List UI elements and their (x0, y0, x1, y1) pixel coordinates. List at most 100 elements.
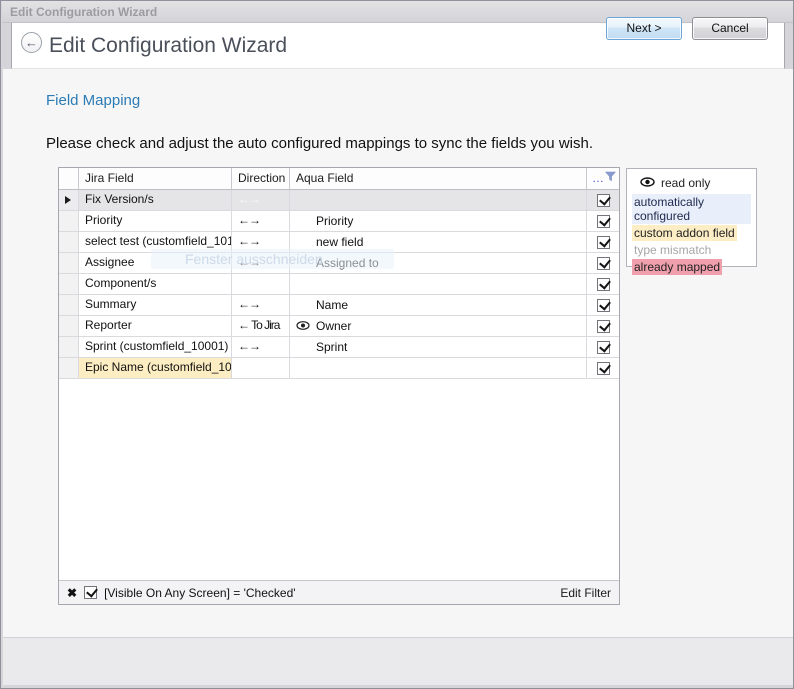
visible-checkbox-cell[interactable] (587, 295, 619, 316)
visible-checkbox-cell[interactable] (587, 316, 619, 337)
row-indicator (59, 190, 79, 211)
instruction-text: Please check and adjust the auto configu… (46, 135, 593, 152)
aqua-field-cell[interactable]: Priority (290, 211, 587, 232)
row-checkbox[interactable] (597, 299, 610, 312)
filter-condition-text: [Visible On Any Screen] = 'Checked' (104, 586, 295, 600)
table-row[interactable]: Epic Name (customfield_10004) (59, 358, 619, 379)
current-row-arrow-icon (65, 196, 71, 204)
row-checkbox[interactable] (597, 236, 610, 249)
direction-cell[interactable]: ←→ (232, 337, 290, 358)
aqua-field-cell[interactable] (290, 190, 587, 211)
filter-enabled-checkbox[interactable] (84, 586, 97, 599)
direction-cell[interactable]: ←→ (232, 211, 290, 232)
visible-checkbox-cell[interactable] (587, 190, 619, 211)
filter-funnel-icon[interactable] (605, 171, 616, 185)
legend-panel: read only automatically configured custo… (626, 168, 757, 267)
row-checkbox[interactable] (597, 257, 610, 270)
visible-checkbox-cell[interactable] (587, 253, 619, 274)
jira-field-cell[interactable]: Fix Version/s (79, 190, 232, 211)
aqua-field-cell[interactable] (290, 274, 587, 295)
table-row[interactable]: Summary ←→ Name (59, 295, 619, 316)
row-indicator (59, 211, 79, 232)
field-mapping-grid: Jira Field Direction Aqua Field … Fix Ve… (58, 167, 620, 605)
clear-filter-icon[interactable]: ✖ (67, 587, 77, 599)
grid-empty-area (59, 379, 619, 580)
visible-checkbox-cell[interactable] (587, 211, 619, 232)
jira-field-cell-custom-addon[interactable]: Epic Name (customfield_10004) (79, 358, 232, 379)
more-options-dots[interactable]: … (592, 171, 605, 185)
table-row[interactable]: Reporter ← To Jira Owner (59, 316, 619, 337)
aqua-field-cell[interactable]: Sprint (290, 337, 587, 358)
aqua-field-cell[interactable]: Owner (290, 316, 587, 337)
row-checkbox[interactable] (597, 341, 610, 354)
row-indicator-header (59, 168, 79, 190)
table-row[interactable]: Component/s (59, 274, 619, 295)
row-indicator (59, 337, 79, 358)
column-header-aqua-field[interactable]: Aqua Field (290, 168, 587, 190)
column-header-direction[interactable]: Direction (232, 168, 290, 190)
eye-icon (640, 176, 655, 190)
visible-checkbox-cell[interactable] (587, 232, 619, 253)
row-indicator (59, 253, 79, 274)
aqua-field-cell[interactable]: Name (290, 295, 587, 316)
jira-field-cell[interactable]: Sprint (customfield_10001) (79, 337, 232, 358)
filter-bar: ✖ [Visible On Any Screen] = 'Checked' Ed… (59, 580, 619, 604)
jira-field-cell[interactable]: Priority (79, 211, 232, 232)
visible-checkbox-cell[interactable] (587, 337, 619, 358)
column-header-visible[interactable]: … (587, 168, 619, 190)
direction-cell[interactable]: ←→ (232, 295, 290, 316)
legend-custom-addon-field: custom addon field (632, 225, 737, 241)
row-indicator (59, 295, 79, 316)
aqua-field-value: Owner (316, 317, 351, 336)
row-checkbox[interactable] (597, 320, 610, 333)
direction-cell[interactable] (232, 358, 290, 379)
jira-field-cell[interactable]: select test (customfield_10100) (79, 232, 232, 253)
aqua-field-cell[interactable]: new field (290, 232, 587, 253)
legend-type-mismatch: type mismatch (632, 242, 713, 258)
legend-already-mapped: already mapped (632, 259, 722, 275)
grid-header-row: Jira Field Direction Aqua Field … (59, 168, 619, 190)
row-checkbox[interactable] (597, 362, 610, 375)
visible-checkbox-cell[interactable] (587, 358, 619, 379)
row-indicator (59, 316, 79, 337)
aqua-field-cell[interactable] (290, 358, 587, 379)
table-row[interactable]: Fix Version/s ←→ (59, 190, 619, 211)
jira-field-cell[interactable]: Reporter (79, 316, 232, 337)
aqua-field-value: Priority (316, 212, 353, 231)
footer-bar (3, 637, 793, 685)
table-row[interactable]: Priority ←→ Priority (59, 211, 619, 232)
aqua-field-value: new field (316, 233, 363, 252)
column-header-jira-field[interactable]: Jira Field (79, 168, 232, 190)
cancel-button[interactable]: Cancel (692, 17, 768, 40)
direction-cell[interactable]: ←→ (232, 253, 290, 274)
direction-cell[interactable]: ←→ (232, 190, 290, 211)
window-title: Edit Configuration Wizard (10, 5, 157, 19)
legend-automatically-configured: automatically configured (632, 194, 751, 224)
next-button[interactable]: Next > (606, 17, 682, 40)
aqua-field-cell[interactable]: Assigned to (290, 253, 587, 274)
table-row[interactable]: Sprint (customfield_10001) ←→ Sprint (59, 337, 619, 358)
row-indicator (59, 274, 79, 295)
row-checkbox[interactable] (597, 215, 610, 228)
visible-checkbox-cell[interactable] (587, 274, 619, 295)
direction-cell[interactable]: ← To Jira (232, 316, 290, 337)
back-button[interactable]: ← (21, 32, 42, 53)
edit-configuration-wizard-window: Edit Configuration Wizard ← Edit Configu… (0, 0, 794, 689)
jira-field-cell[interactable]: Assignee (79, 253, 232, 274)
legend-read-only: read only (632, 174, 751, 194)
row-checkbox[interactable] (597, 278, 610, 291)
direction-cell[interactable]: ←→ (232, 232, 290, 253)
table-row[interactable]: select test (customfield_10100) ←→ new f… (59, 232, 619, 253)
edit-filter-button[interactable]: Edit Filter (560, 586, 611, 600)
direction-cell[interactable] (232, 274, 290, 295)
aqua-field-value: Sprint (316, 338, 347, 357)
row-indicator (59, 232, 79, 253)
legend-read-only-label: read only (661, 176, 710, 190)
jira-field-cell[interactable]: Summary (79, 295, 232, 316)
row-checkbox[interactable] (597, 194, 610, 207)
aqua-field-value: Name (316, 296, 348, 315)
aqua-field-value: Assigned to (316, 254, 379, 273)
jira-field-cell[interactable]: Component/s (79, 274, 232, 295)
back-arrow-icon: ← (25, 35, 38, 50)
table-row[interactable]: Assignee ←→ Assigned to (59, 253, 619, 274)
